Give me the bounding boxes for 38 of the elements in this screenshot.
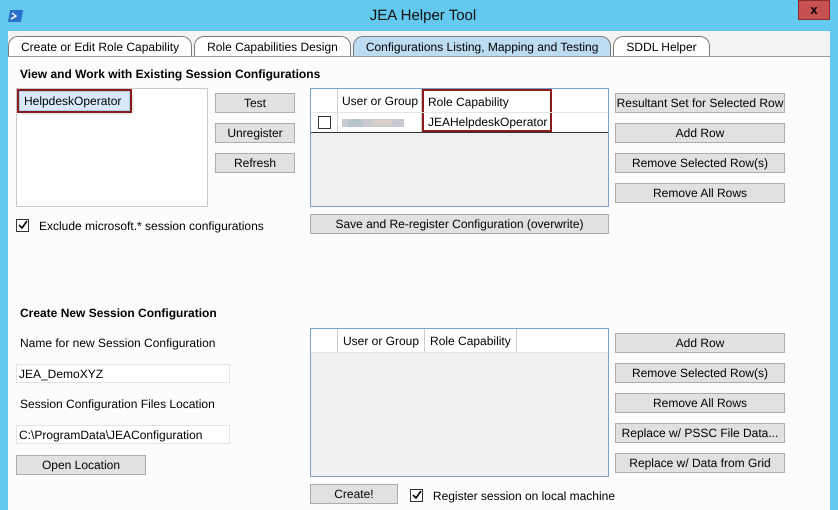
window-title: JEA Helper Tool [368,7,478,24]
action-button[interactable]: Refresh [215,153,295,173]
action-button[interactable]: Remove All Rows [615,393,785,413]
column-header[interactable]: User or Group [338,329,426,352]
powershell-icon [8,8,24,22]
action-button[interactable]: Add Row [615,333,785,353]
section-heading: Create New Session Configuration [20,306,218,320]
checkbox[interactable] [16,219,29,232]
table-cell: JEAHelpdeskOperator [422,113,552,132]
save-button[interactable]: Save and Re-register Configuration (overwrite) [310,214,609,234]
location-field[interactable]: C:\ProgramData\JEAConfiguration [16,425,230,444]
column-header[interactable]: Role Capability [425,329,517,352]
tab[interactable]: Configurations Listing, Mapping and Testing [352,36,612,56]
field-label: Session Configuration Files Location [20,397,216,411]
tab[interactable]: Role Capabilities Design [194,36,351,56]
action-button[interactable]: Resultant Set for Selected Row [615,93,785,113]
action-button[interactable]: Remove All Rows [615,183,785,203]
open-location-button[interactable]: Open Location [16,455,146,475]
field-label: Name for new Session Configuration [20,336,216,350]
action-button[interactable]: Remove Selected Row(s) [615,363,785,383]
close-button[interactable]: x [798,0,830,20]
action-button[interactable]: Test [215,93,295,113]
checkbox-label: Register session on local machine [432,488,615,502]
checkbox[interactable] [410,489,423,502]
column-header[interactable]: User or Group [338,89,422,112]
name-field[interactable]: JEA_DemoXYZ [16,364,230,383]
action-button[interactable]: Unregister [215,123,295,143]
checkbox[interactable] [318,116,330,129]
section-heading: View and Work with Existing Session Configurations [20,67,322,81]
create-button[interactable]: Create! [310,484,398,504]
checkbox-label: Exclude microsoft.* session configurations [39,218,264,232]
tab[interactable]: SDDL Helper [613,36,710,56]
action-button[interactable]: Replace w/ Data from Grid [615,453,785,473]
tab[interactable]: Create or Edit Role Capability [8,36,192,56]
action-button[interactable]: Replace w/ PSSC File Data... [615,423,785,443]
action-button[interactable]: Add Row [615,123,785,143]
action-button[interactable]: Remove Selected Row(s) [615,153,785,173]
list-item[interactable]: HelpdeskOperator [19,91,130,111]
